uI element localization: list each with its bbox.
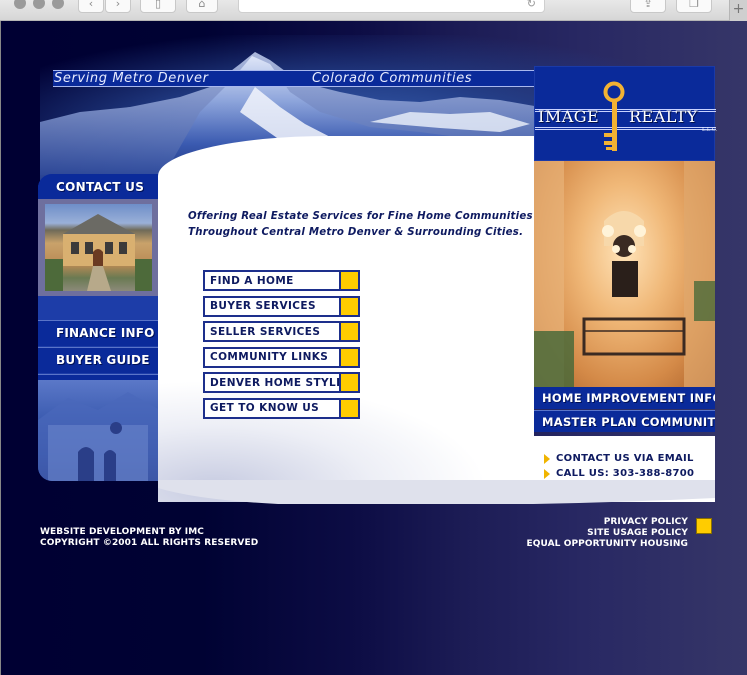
company-logo[interactable]: IMAGE REALTY L.L.C. (534, 66, 718, 161)
right-nav-home-improvement-info[interactable]: HOME IMPROVEMENT INFO (534, 387, 715, 409)
arrow-right-icon (544, 453, 550, 464)
tabs-icon: ❐ (689, 0, 699, 10)
reload-icon[interactable]: ↻ (527, 0, 536, 10)
nav-get-to-know-us[interactable]: GET TO KNOW US (203, 397, 360, 419)
contact-email-link[interactable]: CONTACT US VIA EMAIL (544, 453, 694, 464)
intro-line-2: Throughout Central Metro Denver & Surrou… (188, 227, 524, 238)
forward-button[interactable]: › (105, 0, 131, 13)
logo-suffix: L.L.C. (702, 127, 718, 133)
yellow-square-icon (339, 399, 358, 417)
back-icon: ‹ (88, 0, 94, 10)
right-nav-master-plan-communities[interactable]: MASTER PLAN COMMUNITIES (534, 410, 715, 432)
yellow-square-icon (339, 374, 358, 392)
right-sidebar: HOME IMPROVEMENT INFO MASTER PLAN COMMUN… (534, 161, 715, 436)
arrow-right-icon (544, 468, 550, 479)
tagline-left: Serving Metro Denver (54, 71, 209, 86)
footer-development-credit: WEBSITE DEVELOPMENT BY IMC (40, 527, 205, 537)
panel-bottom-swoosh (158, 480, 715, 504)
footer-credits: WEBSITE DEVELOPMENT BY IMC COPYRIGHT ©20… (40, 527, 258, 549)
interior-photo (534, 161, 715, 387)
new-tab-icon: + (732, 1, 745, 17)
featured-house-photo[interactable] (45, 204, 152, 291)
footer-copyright: COPYRIGHT ©2001 ALL RIGHTS RESERVED (40, 538, 259, 548)
footer-privacy-policy[interactable]: PRIVACY POLICY (526, 517, 688, 528)
tabs-button[interactable]: ❐ (676, 0, 712, 13)
home-icon: ⌂ (198, 0, 206, 10)
left-nav-buyer-guide[interactable]: BUYER GUIDE (38, 347, 160, 373)
tagline-right: Colorado Communities (312, 71, 473, 86)
main-navigation: FIND A HOME BUYER SERVICES SELLER SERVIC… (203, 270, 360, 424)
forward-icon: › (115, 0, 121, 10)
nav-community-links[interactable]: COMMUNITY LINKS (203, 346, 360, 368)
logo-word-image: IMAGE (538, 107, 600, 126)
yellow-square-icon (339, 297, 358, 315)
new-tab-button[interactable]: + (729, 0, 747, 21)
footer-links: PRIVACY POLICY SITE USAGE POLICY EQUAL O… (526, 517, 688, 550)
minimize-window-button[interactable] (33, 0, 45, 9)
left-nav-finance-info[interactable]: FINANCE INFO (38, 320, 160, 346)
yellow-square-icon (339, 272, 358, 289)
yellow-square-icon (339, 348, 358, 366)
contact-us-link[interactable]: CONTACT US (38, 174, 160, 199)
yellow-square-icon (696, 518, 712, 534)
logo-word-realty: REALTY (629, 107, 698, 126)
nav-find-a-home[interactable]: FIND A HOME (203, 270, 360, 291)
nav-denver-home-styles[interactable]: DENVER HOME STYLES (203, 372, 360, 394)
call-us-phone[interactable]: CALL US: 303-388-8700 (544, 468, 694, 479)
address-bar[interactable]: ↻ (238, 0, 545, 13)
share-icon: ⇪ (643, 0, 653, 10)
share-button[interactable]: ⇪ (630, 0, 666, 13)
footer-site-usage-policy[interactable]: SITE USAGE POLICY (526, 528, 688, 539)
close-window-button[interactable] (14, 0, 26, 9)
blue-house-image (38, 380, 160, 481)
back-button[interactable]: ‹ (78, 0, 104, 13)
nav-seller-services[interactable]: SELLER SERVICES (203, 321, 360, 343)
nav-buyer-services[interactable]: BUYER SERVICES (203, 295, 360, 317)
yellow-square-icon (339, 323, 358, 341)
sidebar-button[interactable]: ▯ (140, 0, 176, 13)
key-icon (603, 81, 625, 151)
sidebar-icon: ▯ (154, 0, 162, 10)
browser-toolbar: ‹ › ▯ ⌂ ↻ ⇪ ❐ + (0, 0, 747, 21)
left-sidebar: CONTACT US FINANCE INFO BUYER GUIDE SELL… (38, 174, 160, 481)
zoom-window-button[interactable] (52, 0, 64, 9)
footer-equal-opportunity-housing[interactable]: EQUAL OPPORTUNITY HOUSING (526, 539, 688, 550)
intro-text: Offering Real Estate Services for Fine H… (188, 209, 533, 241)
home-button[interactable]: ⌂ (186, 0, 218, 13)
intro-line-1: Offering Real Estate Services for Fine H… (188, 211, 533, 222)
